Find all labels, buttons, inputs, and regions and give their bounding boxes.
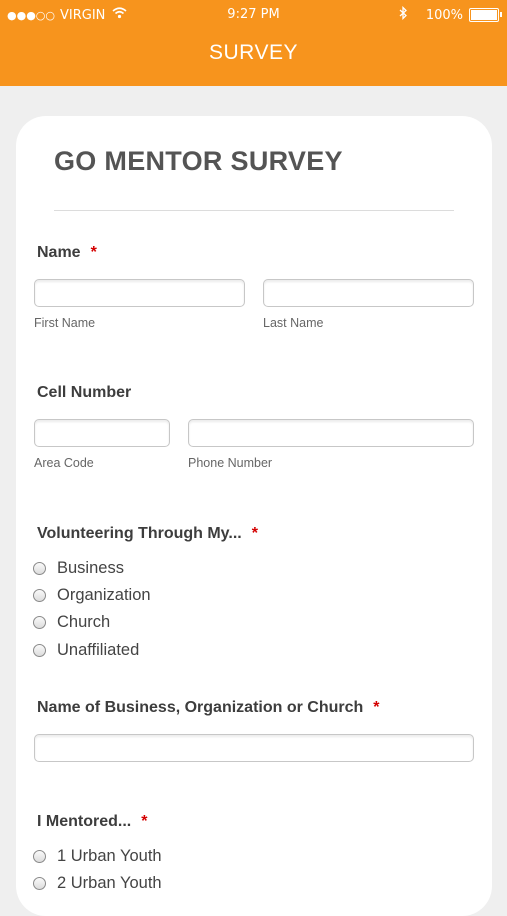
volunteering-option-business[interactable]: Business: [33, 559, 124, 578]
radio-button-icon[interactable]: [33, 589, 46, 602]
area-code-input[interactable]: [34, 419, 170, 447]
name-label-text: Name: [37, 244, 81, 261]
title-divider: [54, 210, 454, 211]
volunteering-option-church[interactable]: Church: [33, 613, 110, 632]
phone-number-sublabel: Phone Number: [188, 456, 273, 470]
required-marker: *: [373, 699, 380, 716]
option-label: Church: [57, 613, 111, 631]
required-marker: *: [141, 813, 148, 830]
mentored-option-1[interactable]: 1 Urban Youth: [33, 847, 162, 866]
first-name-sublabel: First Name: [34, 316, 96, 330]
option-label: Business: [57, 559, 124, 577]
name-label: Name *: [37, 244, 97, 262]
volunteering-label: Volunteering Through My... *: [37, 525, 258, 543]
option-label: 2 Urban Youth: [57, 874, 162, 892]
volunteering-option-organization[interactable]: Organization: [33, 586, 151, 605]
phone-number-input[interactable]: [188, 419, 474, 447]
option-label: Organization: [57, 586, 151, 604]
nav-title: SURVEY: [0, 30, 507, 86]
radio-button-icon[interactable]: [33, 644, 46, 657]
org-name-input[interactable]: [34, 734, 474, 762]
battery-percent: 100%: [425, 7, 463, 23]
cell-number-label: Cell Number: [37, 384, 131, 402]
cell-number-label-text: Cell Number: [37, 384, 132, 401]
option-label: 1 Urban Youth: [57, 847, 162, 865]
bluetooth-icon: [399, 5, 408, 24]
org-name-label: Name of Business, Organization or Church…: [37, 699, 380, 717]
option-label: Unaffiliated: [57, 641, 140, 659]
required-marker: *: [90, 244, 97, 261]
survey-card: GO MENTOR SURVEY Name * First Name Last N…: [16, 116, 492, 916]
volunteering-label-text: Volunteering Through My...: [37, 525, 242, 542]
last-name-sublabel: Last Name: [263, 316, 324, 330]
org-name-label-text: Name of Business, Organization or Church: [37, 699, 364, 716]
area-code-sublabel: Area Code: [34, 456, 94, 470]
first-name-input[interactable]: [34, 279, 245, 307]
survey-title: GO MENTOR SURVEY: [54, 146, 343, 176]
mentored-label: I Mentored... *: [37, 813, 147, 831]
volunteering-option-unaffiliated[interactable]: Unaffiliated: [33, 641, 139, 660]
last-name-input[interactable]: [263, 279, 474, 307]
required-marker: *: [251, 525, 258, 542]
battery-icon: [469, 8, 502, 22]
radio-button-icon[interactable]: [33, 616, 46, 629]
status-bar: ●●●○○ VIRGIN 9:27 PM 100%: [0, 0, 507, 30]
radio-button-icon[interactable]: [33, 877, 46, 890]
mentored-label-text: I Mentored...: [37, 813, 132, 830]
radio-button-icon[interactable]: [33, 850, 46, 863]
radio-button-icon[interactable]: [33, 562, 46, 575]
mentored-option-2[interactable]: 2 Urban Youth: [33, 874, 162, 893]
